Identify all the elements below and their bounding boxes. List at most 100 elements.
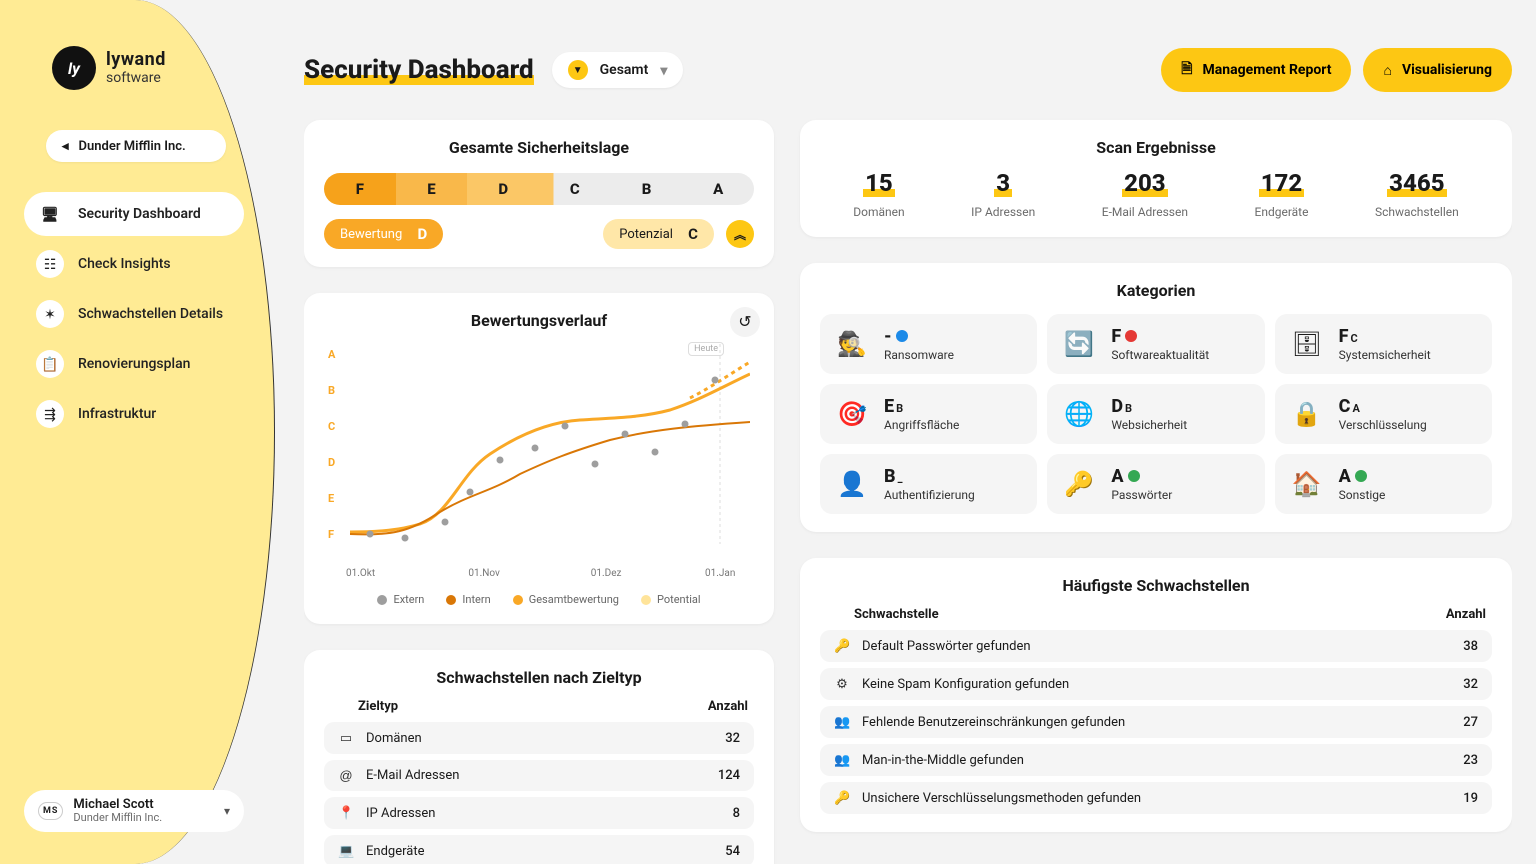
status-dot-icon — [1128, 470, 1140, 482]
table-row[interactable]: 👥Man-in-the-Middle gefunden23 — [820, 744, 1492, 776]
category-grade: A — [1111, 466, 1172, 488]
chevron-down-icon: ▾ — [224, 804, 230, 818]
table-row[interactable]: 👥Fehlende Benutzereinschränkungen gefund… — [820, 706, 1492, 738]
category-name: Websicherheit — [1111, 418, 1187, 432]
table-row[interactable]: 💻Endgeräte54 — [324, 835, 754, 864]
row-label: Man-in-the-Middle gefunden — [862, 753, 1451, 768]
row-icon: 🔑 — [834, 790, 850, 806]
row-value: 27 — [1463, 715, 1478, 730]
page-title: Security Dashboard — [304, 55, 534, 85]
category-name: Systemsicherheit — [1339, 348, 1431, 362]
category-websicherheit[interactable]: 🌐 DB Websicherheit — [1047, 384, 1264, 444]
category-ransomware[interactable]: 🕵 - Ransomware — [820, 314, 1037, 374]
table-row[interactable]: @E-Mail Adressen124 — [324, 760, 754, 791]
brand-sub: software — [106, 70, 161, 86]
grade-d: D — [467, 173, 539, 205]
row-label: Endgeräte — [366, 844, 713, 859]
category-name: Passwörter — [1111, 488, 1172, 502]
logo-text: lywand software — [106, 51, 166, 85]
row-icon: 💻 — [338, 843, 354, 859]
overall-title: Gesamte Sicherheitslage — [324, 138, 754, 157]
nav-label: Schwachstellen Details — [78, 306, 223, 322]
sidebar-item-infrastruktur[interactable]: ⇶ Infrastruktur — [24, 392, 244, 436]
row-value: 124 — [718, 768, 740, 783]
category-grade: B_ — [884, 466, 975, 488]
visualization-button[interactable]: ⌂ Visualisierung — [1363, 48, 1512, 92]
sidebar-item-schwachstellen-details[interactable]: ✶Schwachstellen Details — [24, 292, 244, 336]
row-value: 8 — [733, 806, 740, 821]
user-menu[interactable]: MS Michael Scott Dunder Mifflin Inc. ▾ — [24, 790, 244, 832]
category-grade: CA — [1339, 396, 1427, 418]
user-name: Michael Scott — [73, 798, 214, 812]
category-systemsicherheit[interactable]: 🗄 FC Systemsicherheit — [1275, 314, 1492, 374]
y-a: A — [328, 348, 335, 361]
category-softwareaktualität[interactable]: 🔄 F Softwareaktualität — [1047, 314, 1264, 374]
top-vulns-title: Häufigste Schwachstellen — [820, 576, 1492, 595]
metric-label: Schwachstellen — [1375, 205, 1459, 219]
category-icon: 🌐 — [1061, 396, 1097, 432]
row-value: 19 — [1463, 791, 1478, 806]
row-label: E-Mail Adressen — [366, 768, 706, 783]
rating-badge: Bewertung D — [324, 219, 443, 249]
refresh-button[interactable]: ↺ — [730, 307, 760, 337]
category-passwörter[interactable]: 🔑 A Passwörter — [1047, 454, 1264, 514]
row-label: IP Adressen — [366, 806, 721, 821]
table-row[interactable]: ▭Domänen32 — [324, 722, 754, 754]
table-row[interactable]: 📍 IP Adressen 8 — [324, 797, 754, 829]
category-name: Sonstige — [1339, 488, 1386, 502]
cat-title: Kategorien — [820, 281, 1492, 300]
grade-c: C — [539, 173, 611, 205]
category-name: Authentifizierung — [884, 488, 975, 502]
undo-icon: ↺ — [738, 312, 751, 332]
chart-area: Heute A B C D E F — [328, 344, 750, 564]
row-icon: 📍 — [338, 805, 354, 821]
nav-icon: ⇶ — [36, 400, 64, 428]
metric-value: 3465 — [1387, 169, 1446, 197]
table-row[interactable]: ⚙Keine Spam Konfiguration gefunden32 — [820, 668, 1492, 700]
category-icon: 👤 — [834, 466, 870, 502]
category-sonstige[interactable]: 🏠 A Sonstige — [1275, 454, 1492, 514]
sidebar-item-security-dashboard[interactable]: 🖥Security Dashboard — [24, 192, 244, 236]
nav-icon: ☷ — [36, 250, 64, 278]
sidebar-item-renovierungsplan[interactable]: 📋Renovierungsplan — [24, 342, 244, 386]
logo-mark-icon: ly — [52, 46, 96, 90]
category-verschlüsselung[interactable]: 🔒 CA Verschlüsselung — [1275, 384, 1492, 444]
scan-title: Scan Ergebnisse — [820, 138, 1492, 157]
chevron-down-icon: ▾ — [660, 62, 667, 79]
metric-label: Endgeräte — [1255, 205, 1309, 219]
category-name: Angriffsfläche — [884, 418, 959, 432]
y-e: E — [328, 492, 334, 505]
row-value: 38 — [1463, 639, 1478, 654]
category-grade: EB — [884, 396, 959, 418]
chart-legend: Extern Intern Gesamtbewertung Potential — [324, 593, 754, 606]
category-angriffsfläche[interactable]: 🎯 EB Angriffsfläche — [820, 384, 1037, 444]
category-grade: - — [884, 326, 954, 348]
scope-label: Gesamt — [600, 62, 649, 78]
grade-a: A — [682, 173, 754, 205]
chevron-left-icon: ◂ — [62, 138, 69, 154]
table-row[interactable]: 🔑Unsichere Verschlüsselungsmethoden gefu… — [820, 782, 1492, 814]
user-org: Dunder Mifflin Inc. — [73, 812, 214, 824]
scope-dropdown[interactable]: ▼ Gesamt ▾ — [552, 52, 684, 88]
nav-label: Infrastruktur — [78, 406, 156, 422]
top-vulns-card: Häufigste Schwachstellen Schwachstelle A… — [800, 558, 1512, 832]
category-grade: A — [1339, 466, 1386, 488]
expand-button[interactable]: ︽ — [726, 220, 754, 248]
management-report-button[interactable]: 🗎 Management Report — [1161, 48, 1351, 92]
category-name: Ransomware — [884, 348, 954, 362]
col-type: Zieltyp — [330, 699, 398, 714]
category-grade: DB — [1111, 396, 1187, 418]
row-icon: 🔑 — [834, 638, 850, 654]
logo: ly lywand software — [52, 46, 274, 90]
org-selector[interactable]: ◂ Dunder Mifflin Inc. — [46, 130, 226, 162]
potential-badge: Potenzial C — [603, 219, 714, 249]
status-dot-icon — [1125, 330, 1137, 342]
category-authentifizierung[interactable]: 👤 B_ Authentifizierung — [820, 454, 1037, 514]
sidebar-item-check-insights[interactable]: ☷Check Insights — [24, 242, 244, 286]
category-name: Verschlüsselung — [1339, 418, 1427, 432]
y-d: D — [328, 456, 335, 469]
nav-label: Security Dashboard — [78, 206, 201, 222]
metric-domänen: 15Domänen — [853, 169, 904, 219]
table-row[interactable]: 🔑Default Passwörter gefunden38 — [820, 630, 1492, 662]
category-name: Softwareaktualität — [1111, 348, 1209, 362]
